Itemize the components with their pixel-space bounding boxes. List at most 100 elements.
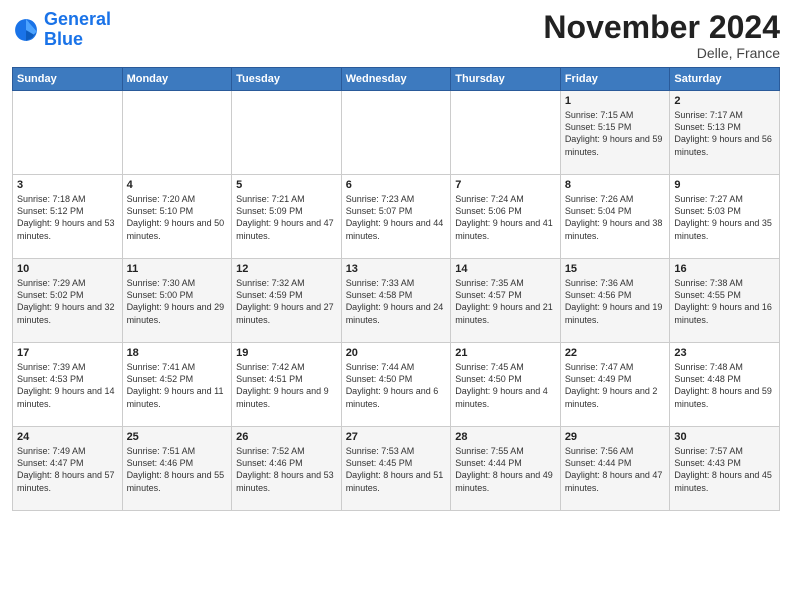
day-number: 13 xyxy=(346,263,447,275)
calendar-cell: 19 Sunrise: 7:42 AM Sunset: 4:51 PM Dayli… xyxy=(232,343,342,427)
day-info: Sunrise: 7:47 AM Sunset: 4:49 PM Dayligh… xyxy=(565,361,666,410)
logo: General Blue xyxy=(12,10,111,50)
day-info: Sunrise: 7:42 AM Sunset: 4:51 PM Dayligh… xyxy=(236,361,337,410)
calendar-cell: 6Sunrise: 7:23 AM Sunset: 5:07 PM Daylig… xyxy=(341,175,451,259)
day-number: 22 xyxy=(565,347,666,359)
day-info: Sunrise: 7:35 AM Sunset: 4:57 PM Dayligh… xyxy=(455,277,556,326)
calendar-cell: 18 Sunrise: 7:41 AM Sunset: 4:52 PM Dayli… xyxy=(122,343,232,427)
calendar-cell: 5Sunrise: 7:21 AM Sunset: 5:09 PM Daylig… xyxy=(232,175,342,259)
day-number: 28 xyxy=(455,431,556,443)
calendar-week-4: 17Sunrise: 7:39 AM Sunset: 4:53 PM Dayli… xyxy=(13,343,780,427)
day-number: 15 xyxy=(565,263,666,275)
calendar-cell: 10 Sunrise: 7:29 AM Sunset: 5:02 PM Dayli… xyxy=(13,259,123,343)
calendar-cell xyxy=(341,91,451,175)
calendar-cell: 26 Sunrise: 7:52 AM Sunset: 4:46 PM Dayli… xyxy=(232,427,342,511)
day-info: Sunrise: 7:20 AM Sunset: 5:10 PM Dayligh… xyxy=(127,193,228,242)
day-info: Sunrise: 7:27 AM Sunset: 5:03 PM Dayligh… xyxy=(674,193,775,242)
location: Delle, France xyxy=(543,45,780,61)
month-title: November 2024 xyxy=(543,10,780,45)
calendar-cell xyxy=(13,91,123,175)
day-info: Sunrise: 7:44 AM Sunset: 4:50 PM Dayligh… xyxy=(346,361,447,410)
day-number: 26 xyxy=(236,431,337,443)
day-number: 5 xyxy=(236,179,337,191)
col-wednesday: Wednesday xyxy=(341,68,451,91)
calendar-cell: 3Sunrise: 7:18 AM Sunset: 5:12 PM Daylig… xyxy=(13,175,123,259)
day-info: Sunrise: 7:41 AM Sunset: 4:52 PM Dayligh… xyxy=(127,361,228,410)
day-number: 19 xyxy=(236,347,337,359)
day-number: 1 xyxy=(565,95,666,107)
day-number: 7 xyxy=(455,179,556,191)
calendar-week-1: 1 Sunrise: 7:15 AM Sunset: 5:15 PM Daylig… xyxy=(13,91,780,175)
day-info: Sunrise: 7:36 AM Sunset: 4:56 PM Dayligh… xyxy=(565,277,666,326)
day-number: 24 xyxy=(17,431,118,443)
calendar-cell: 25Sunrise: 7:51 AM Sunset: 4:46 PM Dayli… xyxy=(122,427,232,511)
day-info: Sunrise: 7:33 AM Sunset: 4:58 PM Dayligh… xyxy=(346,277,447,326)
day-number: 30 xyxy=(674,431,775,443)
day-info: Sunrise: 7:56 AM Sunset: 4:44 PM Dayligh… xyxy=(565,445,666,494)
header: General Blue November 2024 Delle, France xyxy=(12,10,780,61)
day-info: Sunrise: 7:23 AM Sunset: 5:07 PM Dayligh… xyxy=(346,193,447,242)
day-info: Sunrise: 7:45 AM Sunset: 4:50 PM Dayligh… xyxy=(455,361,556,410)
title-block: November 2024 Delle, France xyxy=(543,10,780,61)
calendar-cell: 13 Sunrise: 7:33 AM Sunset: 4:58 PM Dayli… xyxy=(341,259,451,343)
day-number: 27 xyxy=(346,431,447,443)
calendar-cell: 17Sunrise: 7:39 AM Sunset: 4:53 PM Dayli… xyxy=(13,343,123,427)
day-number: 8 xyxy=(565,179,666,191)
day-info: Sunrise: 7:55 AM Sunset: 4:44 PM Dayligh… xyxy=(455,445,556,494)
day-info: Sunrise: 7:15 AM Sunset: 5:15 PM Dayligh… xyxy=(565,109,666,158)
day-info: Sunrise: 7:24 AM Sunset: 5:06 PM Dayligh… xyxy=(455,193,556,242)
logo-text: General Blue xyxy=(44,10,111,50)
day-info: Sunrise: 7:52 AM Sunset: 4:46 PM Dayligh… xyxy=(236,445,337,494)
day-number: 23 xyxy=(674,347,775,359)
calendar-cell: 1 Sunrise: 7:15 AM Sunset: 5:15 PM Daylig… xyxy=(560,91,670,175)
day-info: Sunrise: 7:48 AM Sunset: 4:48 PM Dayligh… xyxy=(674,361,775,410)
day-number: 20 xyxy=(346,347,447,359)
calendar-cell: 9 Sunrise: 7:27 AM Sunset: 5:03 PM Daylig… xyxy=(670,175,780,259)
calendar-cell: 29 Sunrise: 7:56 AM Sunset: 4:44 PM Dayli… xyxy=(560,427,670,511)
day-number: 3 xyxy=(17,179,118,191)
calendar-cell xyxy=(451,91,561,175)
calendar-cell: 8 Sunrise: 7:26 AM Sunset: 5:04 PM Daylig… xyxy=(560,175,670,259)
calendar-week-3: 10 Sunrise: 7:29 AM Sunset: 5:02 PM Dayli… xyxy=(13,259,780,343)
day-info: Sunrise: 7:57 AM Sunset: 4:43 PM Dayligh… xyxy=(674,445,775,494)
col-monday: Monday xyxy=(122,68,232,91)
day-info: Sunrise: 7:29 AM Sunset: 5:02 PM Dayligh… xyxy=(17,277,118,326)
day-number: 2 xyxy=(674,95,775,107)
day-number: 17 xyxy=(17,347,118,359)
calendar-cell: 24 Sunrise: 7:49 AM Sunset: 4:47 PM Dayli… xyxy=(13,427,123,511)
calendar-cell: 2 Sunrise: 7:17 AM Sunset: 5:13 PM Daylig… xyxy=(670,91,780,175)
col-thursday: Thursday xyxy=(451,68,561,91)
calendar-cell: 12 Sunrise: 7:32 AM Sunset: 4:59 PM Dayli… xyxy=(232,259,342,343)
day-number: 29 xyxy=(565,431,666,443)
day-number: 16 xyxy=(674,263,775,275)
day-info: Sunrise: 7:26 AM Sunset: 5:04 PM Dayligh… xyxy=(565,193,666,242)
day-number: 10 xyxy=(17,263,118,275)
day-number: 12 xyxy=(236,263,337,275)
day-number: 21 xyxy=(455,347,556,359)
col-saturday: Saturday xyxy=(670,68,780,91)
calendar-cell: 20 Sunrise: 7:44 AM Sunset: 4:50 PM Dayli… xyxy=(341,343,451,427)
calendar-week-5: 24 Sunrise: 7:49 AM Sunset: 4:47 PM Dayli… xyxy=(13,427,780,511)
col-sunday: Sunday xyxy=(13,68,123,91)
calendar-cell: 7 Sunrise: 7:24 AM Sunset: 5:06 PM Daylig… xyxy=(451,175,561,259)
day-number: 14 xyxy=(455,263,556,275)
day-info: Sunrise: 7:32 AM Sunset: 4:59 PM Dayligh… xyxy=(236,277,337,326)
calendar-week-2: 3Sunrise: 7:18 AM Sunset: 5:12 PM Daylig… xyxy=(13,175,780,259)
day-info: Sunrise: 7:17 AM Sunset: 5:13 PM Dayligh… xyxy=(674,109,775,158)
calendar-cell: 22 Sunrise: 7:47 AM Sunset: 4:49 PM Dayli… xyxy=(560,343,670,427)
calendar-table: Sunday Monday Tuesday Wednesday Thursday… xyxy=(12,67,780,511)
day-info: Sunrise: 7:49 AM Sunset: 4:47 PM Dayligh… xyxy=(17,445,118,494)
day-number: 4 xyxy=(127,179,228,191)
calendar-cell xyxy=(122,91,232,175)
col-friday: Friday xyxy=(560,68,670,91)
calendar-cell: 27 Sunrise: 7:53 AM Sunset: 4:45 PM Dayli… xyxy=(341,427,451,511)
page-container: General Blue November 2024 Delle, France… xyxy=(0,0,792,521)
calendar-cell: 30 Sunrise: 7:57 AM Sunset: 4:43 PM Dayli… xyxy=(670,427,780,511)
logo-icon xyxy=(12,16,40,44)
day-info: Sunrise: 7:53 AM Sunset: 4:45 PM Dayligh… xyxy=(346,445,447,494)
calendar-cell: 16Sunrise: 7:38 AM Sunset: 4:55 PM Dayli… xyxy=(670,259,780,343)
day-number: 9 xyxy=(674,179,775,191)
day-number: 18 xyxy=(127,347,228,359)
day-info: Sunrise: 7:51 AM Sunset: 4:46 PM Dayligh… xyxy=(127,445,228,494)
col-tuesday: Tuesday xyxy=(232,68,342,91)
